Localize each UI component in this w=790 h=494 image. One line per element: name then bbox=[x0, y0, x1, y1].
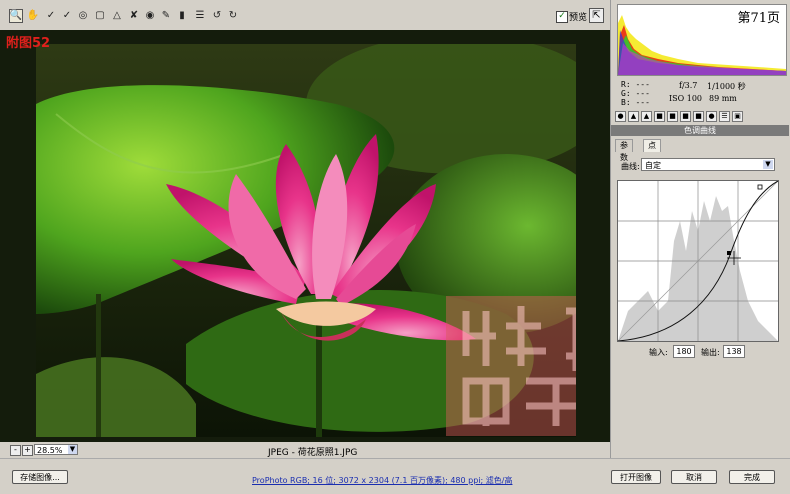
preferences-icon[interactable]: ☰ bbox=[193, 9, 207, 23]
tone-curve-editor[interactable] bbox=[617, 180, 779, 342]
curve-select-value: 自定 bbox=[645, 161, 661, 170]
rotate-right-icon[interactable]: ↻ bbox=[226, 9, 240, 23]
r-readout: R: --- bbox=[621, 80, 650, 89]
image-canvas: 附图52 bbox=[0, 30, 610, 442]
page-number: 第71页 bbox=[737, 11, 780, 26]
rotate-left-icon[interactable]: ↺ bbox=[210, 9, 224, 23]
zoom-icon[interactable]: 🔍 bbox=[9, 9, 23, 23]
output-label: 输出: bbox=[701, 348, 720, 357]
preview-checkbox[interactable]: ✓ bbox=[556, 11, 568, 23]
snapshots-tab-icon[interactable]: ▣ bbox=[732, 111, 743, 122]
crop-icon[interactable]: ▢ bbox=[93, 9, 107, 23]
tab-parametric[interactable]: 参数 bbox=[615, 139, 633, 162]
white-balance-icon[interactable]: ✓ bbox=[44, 9, 58, 23]
zoom-out-button[interactable]: - bbox=[10, 445, 21, 456]
output-field[interactable]: 138 bbox=[723, 345, 745, 358]
color-sampler-icon[interactable]: ✓ bbox=[60, 9, 74, 23]
focal-length-value: 89 mm bbox=[709, 94, 737, 103]
input-label: 输入: bbox=[649, 348, 668, 357]
zoom-level-value: 28.5% bbox=[37, 446, 63, 455]
tone-curve-tab-icon[interactable]: ▲ bbox=[628, 111, 639, 122]
input-field[interactable]: 180 bbox=[673, 345, 695, 358]
workflow-options-link[interactable]: ProPhoto RGB; 16 位; 3072 x 2304 (7.1 百万像… bbox=[252, 475, 512, 486]
hand-icon[interactable]: ✋ bbox=[26, 9, 40, 23]
effects-tab-icon[interactable]: ■ bbox=[693, 111, 704, 122]
page-label: 附图52 bbox=[6, 36, 51, 51]
shutter-value: 1/1000 秒 bbox=[707, 82, 746, 91]
b-readout: B: --- bbox=[621, 98, 650, 107]
file-name: JPEG - 荷花原照1.JPG bbox=[268, 448, 358, 458]
camera-calibration-tab-icon[interactable]: ● bbox=[706, 111, 717, 122]
fullscreen-icon[interactable]: ⇱ bbox=[589, 8, 604, 23]
bottom-bar: 存储图像... ProPhoto RGB; 16 位; 3072 x 2304 … bbox=[0, 458, 790, 494]
straighten-icon[interactable]: △ bbox=[110, 9, 124, 23]
watermark-seal bbox=[446, 296, 576, 436]
preview-label: 预览 bbox=[569, 13, 588, 23]
open-image-button[interactable]: 打开图像 bbox=[611, 470, 661, 484]
red-eye-icon[interactable]: ◉ bbox=[143, 9, 157, 23]
chevron-down-icon: ▼ bbox=[763, 160, 773, 169]
graduated-filter-icon[interactable]: ▮ bbox=[175, 9, 189, 23]
done-button[interactable]: 完成 bbox=[729, 470, 775, 484]
panel-tab-icons: ● ▲ ▲ ■ ■ ■ ■ ● ☰ ▣ bbox=[613, 110, 787, 124]
histogram: 第71页 bbox=[617, 4, 787, 76]
target-adjust-icon[interactable]: ◎ bbox=[76, 9, 90, 23]
lens-tab-icon[interactable]: ■ bbox=[680, 111, 691, 122]
aperture-value: f/3.7 bbox=[679, 81, 698, 90]
toolbar: 🔍 ✋ ✓ ✓ ◎ ▢ △ ✘ ◉ ✎ ▮ ☰ ↺ ↻ ✓ 预览 ⇱ bbox=[0, 0, 610, 30]
curve-select[interactable]: 自定 ▼ bbox=[641, 158, 775, 171]
panel-title: 色调曲线 bbox=[611, 125, 789, 136]
tab-point[interactable]: 点 bbox=[643, 139, 661, 152]
basic-tab-icon[interactable]: ● bbox=[615, 111, 626, 122]
iso-value: ISO 100 bbox=[669, 94, 703, 103]
cancel-button[interactable]: 取消 bbox=[671, 470, 717, 484]
spot-removal-icon[interactable]: ✘ bbox=[127, 9, 141, 23]
split-toning-tab-icon[interactable]: ■ bbox=[667, 111, 678, 122]
lotus-photo bbox=[36, 44, 576, 437]
hsl-tab-icon[interactable]: ■ bbox=[654, 111, 665, 122]
adjustment-brush-icon[interactable]: ✎ bbox=[159, 9, 173, 23]
g-readout: G: --- bbox=[621, 89, 650, 98]
right-panel: 第71页 R: --- G: --- B: --- f/3.7 1/1000 秒… bbox=[610, 0, 790, 458]
zoom-in-button[interactable]: + bbox=[22, 445, 33, 456]
presets-tab-icon[interactable]: ☰ bbox=[719, 111, 730, 122]
chevron-down-icon: ▼ bbox=[68, 445, 77, 454]
image-status-bar: - + 28.5% ▼ JPEG - 荷花原照1.JPG bbox=[0, 442, 610, 458]
save-image-button[interactable]: 存储图像... bbox=[12, 470, 68, 484]
zoom-level-select[interactable]: 28.5% ▼ bbox=[34, 444, 78, 455]
curve-label: 曲线: bbox=[621, 162, 640, 171]
detail-tab-icon[interactable]: ▲ bbox=[641, 111, 652, 122]
